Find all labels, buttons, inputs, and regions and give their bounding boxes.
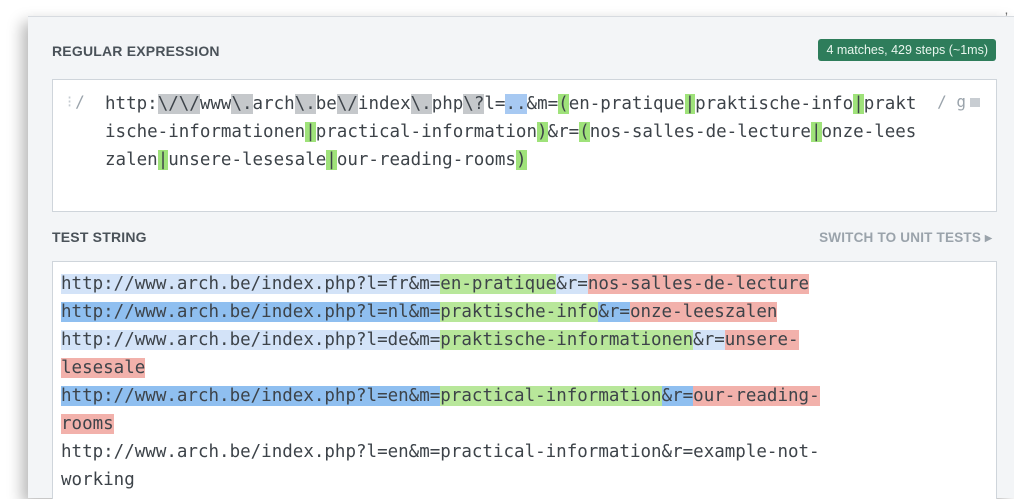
test-string-label: TEST STRING (52, 229, 147, 245)
switch-to-unit-tests-link[interactable]: SWITCH TO UNIT TESTS ▸ (819, 230, 992, 246)
regex-token-esc: \/ (178, 94, 200, 114)
match-info-badge: 4 matches, 429 steps (~1ms) (818, 39, 996, 61)
test-line: rooms (61, 410, 989, 438)
regex-token-esc: \/ (157, 94, 179, 114)
regex-token-alt: | (810, 122, 822, 142)
regex-token-lit: en-pratique (568, 94, 685, 114)
text-segment: working (61, 470, 135, 490)
regex-token-lit: unsere-lesesale (168, 150, 327, 170)
flag-icon[interactable] (970, 98, 980, 107)
regex-flags[interactable]: / g (937, 92, 980, 111)
regex-token-alt: | (326, 150, 337, 170)
match-segment-g1: en-pratique (440, 274, 557, 294)
regex-token-lit: http: (105, 94, 158, 114)
match-segment-url-a: http://www.arch.be/index.php?l=de&m= (61, 330, 441, 350)
regex-input[interactable]: ⁝ / http:\/\/www\.arch\.be\/index\.php\?l… (52, 79, 997, 212)
regex-token-lit: our-reading-rooms (336, 150, 516, 170)
match-segment-sep-b: &r= (598, 302, 630, 322)
regex-token-lit: arch (252, 94, 295, 114)
regex-token-any: .. (505, 94, 527, 114)
match-segment-url-b: http://www.arch.be/index.php?l=en&m= (61, 386, 441, 406)
match-segment-g2: unsere- (724, 330, 799, 350)
regex-token-esc: \. (294, 94, 316, 114)
match-segment-g2: rooms (61, 414, 114, 434)
regex-token-alt: | (853, 94, 864, 114)
regex-token-lit: be (315, 94, 337, 114)
regex-token-lit: &r= (547, 122, 580, 142)
match-segment-g2: lesesale (61, 358, 146, 378)
corner-mark: ’ (1004, 9, 1008, 25)
delimiter-open-text: / (75, 92, 85, 111)
regex-token-esc: \? (463, 94, 485, 114)
match-segment-g2: our-reading- (693, 386, 820, 406)
match-segment-g1: praktische-info (440, 302, 599, 322)
match-segment-g1: praktische-informationen (440, 330, 694, 350)
regex-token-lit: practical-information (315, 122, 537, 142)
regex-token-esc: \. (231, 94, 253, 114)
test-line: working (61, 466, 989, 494)
test-line: http://www.arch.be/index.php?l=fr&m=en-p… (61, 270, 989, 298)
regex-token-lit: index (357, 94, 411, 114)
match-segment-sep-b: &r= (661, 386, 694, 406)
test-string-input[interactable]: http://www.arch.be/index.php?l=fr&m=en-p… (52, 261, 997, 499)
regex-editor-panel: ’ REGULAR EXPRESSION 4 matches, 429 step… (28, 9, 1014, 499)
match-segment-g2: onze-leeszalen (629, 302, 778, 322)
regex-token-alt: | (684, 94, 696, 114)
match-segment-g2: nos-salles-de-lecture (587, 274, 810, 294)
regex-token-esc: \/ (336, 94, 358, 114)
regex-token-lit: praktische-info (695, 94, 854, 114)
regex-token-grp: ) (515, 150, 527, 170)
regex-pattern[interactable]: http:\/\/www\.arch\.be\/index\.php\?l=..… (105, 90, 925, 174)
regex-token-alt: | (305, 122, 316, 142)
regex-token-grp: ) (537, 122, 548, 142)
regex-token-alt: | (157, 150, 169, 170)
test-line: http://www.arch.be/index.php?l=en&m=prac… (61, 438, 989, 466)
regex-token-lit: nos-salles-de-lecture (589, 122, 811, 142)
regex-flags-text: / g (937, 92, 966, 111)
test-line: http://www.arch.be/index.php?l=de&m=prak… (61, 326, 989, 354)
match-segment-url-b: http://www.arch.be/index.php?l=nl&m= (61, 302, 441, 322)
match-segment-g1: practical-information (440, 386, 662, 406)
regex-token-lit: &m= (526, 94, 559, 114)
regex-token-esc: \. (410, 94, 432, 114)
match-segment-sep-a: &r= (556, 274, 588, 294)
match-segment-sep-a: &r= (693, 330, 725, 350)
test-line: http://www.arch.be/index.php?l=nl&m=prak… (61, 298, 989, 326)
drag-handle-icon[interactable]: ⁝ (67, 92, 72, 111)
regex-delimiter-open: ⁝ / (67, 92, 85, 111)
test-string-content[interactable]: http://www.arch.be/index.php?l=fr&m=en-p… (61, 270, 989, 494)
regex-token-grp: ( (558, 94, 569, 114)
regex-token-lit: www (199, 94, 232, 114)
match-segment-url-a: http://www.arch.be/index.php?l=fr&m= (61, 274, 441, 294)
regex-token-lit: l= (484, 94, 506, 114)
text-segment: http://www.arch.be/index.php?l=en&m=prac… (61, 442, 820, 462)
test-line: http://www.arch.be/index.php?l=en&m=prac… (61, 382, 989, 410)
regex-section-label: REGULAR EXPRESSION (52, 43, 220, 59)
regex-token-grp: ( (579, 122, 590, 142)
regex-token-lit: php (431, 94, 464, 114)
test-line: lesesale (61, 354, 989, 382)
